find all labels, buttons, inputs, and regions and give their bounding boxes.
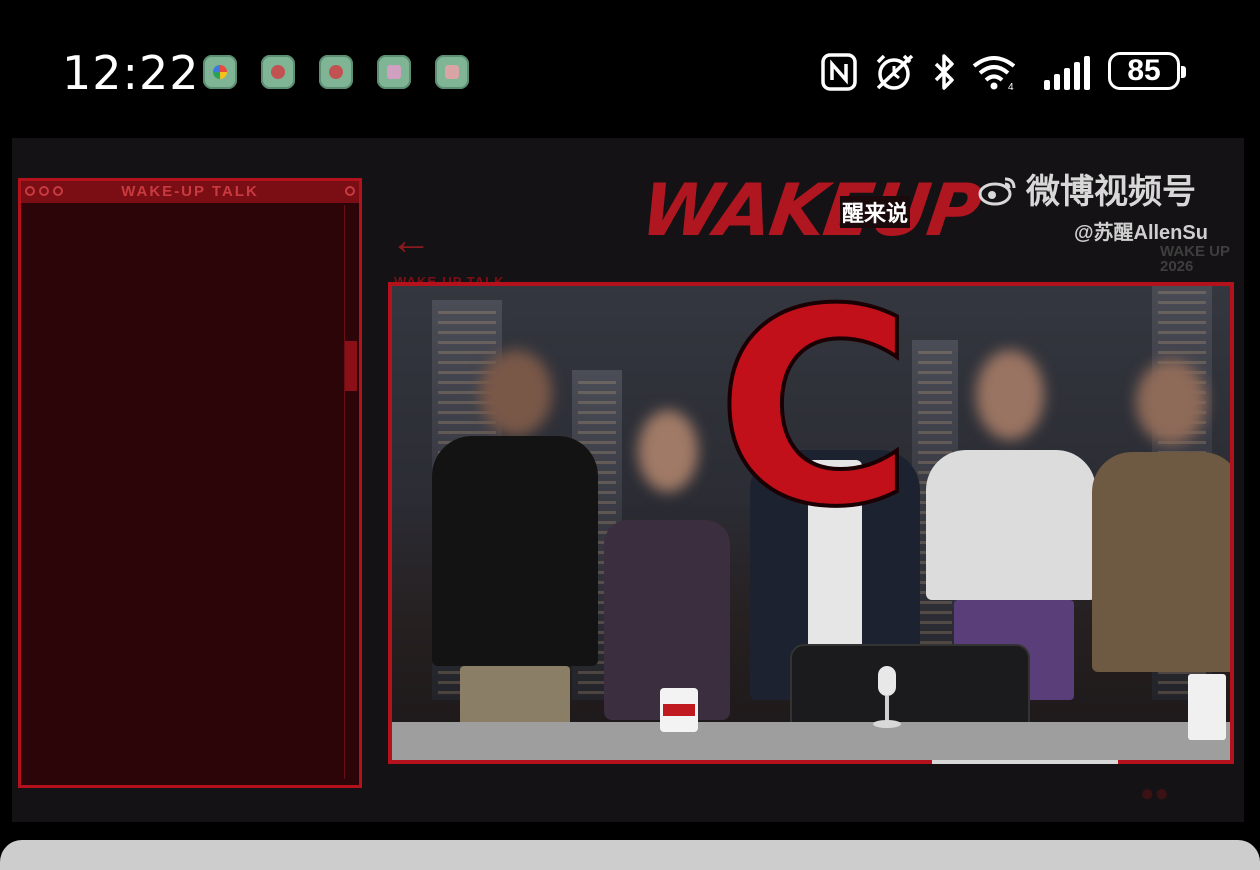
left-panel: WAKE-UP TALK [18,178,362,788]
left-panel-title: WAKE-UP TALK [121,183,259,200]
video-progress-bar[interactable] [932,760,1118,764]
battery-indicator: 85 [1108,52,1186,90]
notification-app-icon [319,55,353,89]
corner-text-line: WAKE UP [1160,243,1231,260]
alarm-icon [876,54,914,90]
sign [1188,674,1226,740]
video-player[interactable]: WAKE-UP TALK ← WAKEUP 醒来说 微博视频号 @苏醒Allen… [12,138,1244,822]
corner-text-line: 2026 [1160,258,1194,275]
notification-app-icon [261,55,295,89]
wifi-icon: 4 [972,56,1016,92]
left-panel-header: WAKE-UP TALK [21,181,359,203]
weibo-logo-icon [978,177,1016,206]
watermark-brand: 微博视频号 [978,164,1196,213]
signal-icon [1044,56,1090,90]
arrow-left-icon: ← [390,216,432,263]
nfc-icon [821,53,857,91]
show-logo: WAKEUP [636,168,985,252]
notification-app-icon [435,55,469,89]
mug [660,688,698,732]
watermark-brand-text: 微博视频号 [1026,173,1196,211]
corner-text: WAKE UP 2026 [1160,244,1230,274]
notification-app-icon [377,55,411,89]
show-logo-subtitle: 醒来说 [840,196,911,228]
watermark-user: @苏醒AllenSu [1074,222,1208,244]
desk [392,722,1230,760]
notification-app-icon [203,55,237,89]
status-bar: 12:22 4 85 [0,0,1260,140]
svg-text:4: 4 [1008,82,1014,92]
video-stage: C [388,282,1234,764]
panel-close-icon [345,186,355,196]
microphone-icon [873,666,901,728]
panel-scrollbar [344,205,357,779]
clock: 12:22 [62,46,200,100]
mic-icon: ●● [1140,780,1169,807]
overlay-letter: C [714,282,916,566]
person-blurred [432,350,598,736]
panel-scrollbar-thumb [345,341,357,391]
bluetooth-icon [934,54,954,90]
bottom-sheet[interactable] [0,840,1260,870]
chair [790,644,1030,726]
